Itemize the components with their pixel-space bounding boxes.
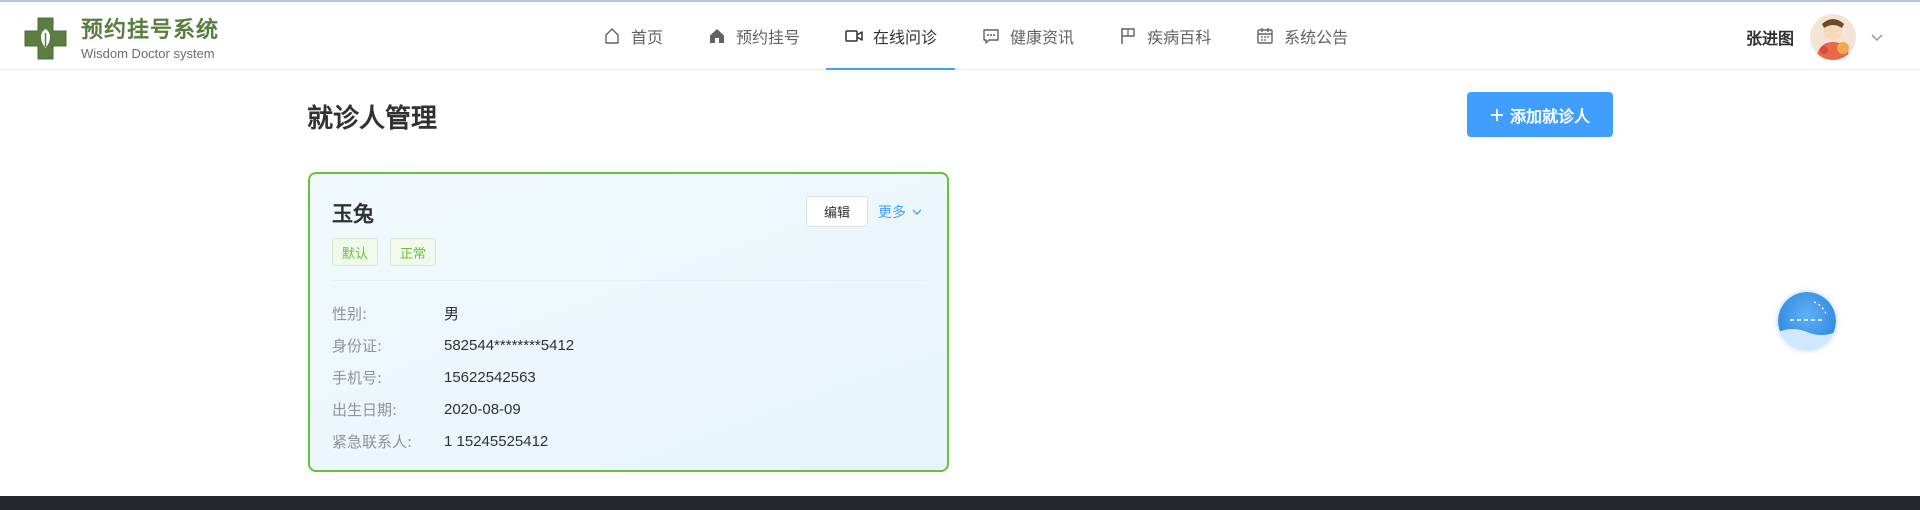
chevron-down-icon: [912, 209, 922, 215]
page-title: 就诊人管理: [307, 104, 438, 134]
gender-row: 性别: 男: [332, 301, 459, 325]
edit-button[interactable]: 编辑: [806, 196, 868, 227]
home-outline-icon: [602, 26, 622, 46]
nav-item-home[interactable]: 首页: [580, 2, 685, 70]
nav-label: 在线问诊: [873, 28, 938, 47]
field-label: 紧急联系人:: [332, 432, 413, 451]
field-value: 15622542563: [444, 368, 536, 386]
add-patient-button[interactable]: 添加就诊人: [1467, 92, 1613, 137]
status-badge: 正常: [390, 238, 437, 266]
field-label: 出生日期:: [332, 400, 398, 419]
field-value: 582544********5412: [444, 336, 575, 354]
nav-label: 预约挂号: [736, 28, 801, 47]
nav-item-disease-wiki[interactable]: 疾病百科: [1096, 2, 1233, 70]
user-name: 张进图: [1745, 29, 1794, 48]
nav-label: 系统公告: [1284, 28, 1349, 47]
top-header: 预约挂号系统 Wisdom Doctor system 首页 预约挂号 在线问诊…: [0, 2, 1920, 70]
field-value: 2020-08-09: [444, 400, 521, 418]
patient-name: 玉兔: [332, 202, 374, 226]
id-card-row: 身份证: 582544********5412: [332, 333, 574, 357]
default-tag: 默认: [332, 238, 379, 266]
add-patient-label: 添加就诊人: [1509, 106, 1590, 126]
page-footer: [0, 496, 1920, 510]
home-filled-icon: [707, 26, 727, 46]
nav-item-health-news[interactable]: 健康资讯: [959, 2, 1096, 70]
field-label: 身份证:: [332, 336, 383, 355]
nav-item-announcements[interactable]: 系统公告: [1233, 2, 1370, 70]
phone-row: 手机号: 15622542563: [332, 365, 536, 389]
main-nav: 首页 预约挂号 在线问诊 健康资讯 疾病百科 系统公告: [580, 2, 1370, 70]
plus-icon: [1490, 108, 1503, 121]
chat-bubble-icon: [981, 26, 1001, 46]
birthdate-row: 出生日期: 2020-08-09: [332, 397, 521, 421]
field-label: 手机号:: [332, 368, 383, 387]
avatar[interactable]: [1810, 14, 1856, 60]
card-divider: [332, 280, 925, 281]
medical-cross-logo-icon[interactable]: [23, 16, 68, 61]
chevron-down-icon[interactable]: [1870, 30, 1884, 44]
nav-label: 健康资讯: [1010, 28, 1075, 47]
field-label: 性别:: [332, 304, 368, 323]
floating-assistant-icon[interactable]: [1778, 292, 1836, 350]
user-menu[interactable]: 张进图: [1746, 14, 1884, 60]
more-label: 更多: [878, 204, 906, 221]
patient-card: 玉兔 默认 正常 编辑 更多 性别: 男 身份证: 582544********…: [308, 172, 949, 472]
nav-label: 首页: [631, 28, 664, 47]
nav-item-appointment[interactable]: 预约挂号: [685, 2, 822, 70]
brand-title: 预约挂号系统: [81, 18, 220, 43]
emergency-contact-row: 紧急联系人: 1 15245525412: [332, 429, 548, 453]
field-value: 1 15245525412: [444, 432, 549, 450]
calendar-icon: [1255, 26, 1275, 46]
nav-item-online-consult[interactable]: 在线问诊: [822, 2, 959, 70]
more-dropdown[interactable]: 更多: [878, 196, 923, 227]
video-camera-icon: [844, 26, 864, 46]
field-value: 男: [444, 304, 460, 323]
flag-icon: [1118, 26, 1138, 46]
brand-subtitle: Wisdom Doctor system: [81, 46, 215, 61]
nav-label: 疾病百科: [1147, 28, 1212, 47]
